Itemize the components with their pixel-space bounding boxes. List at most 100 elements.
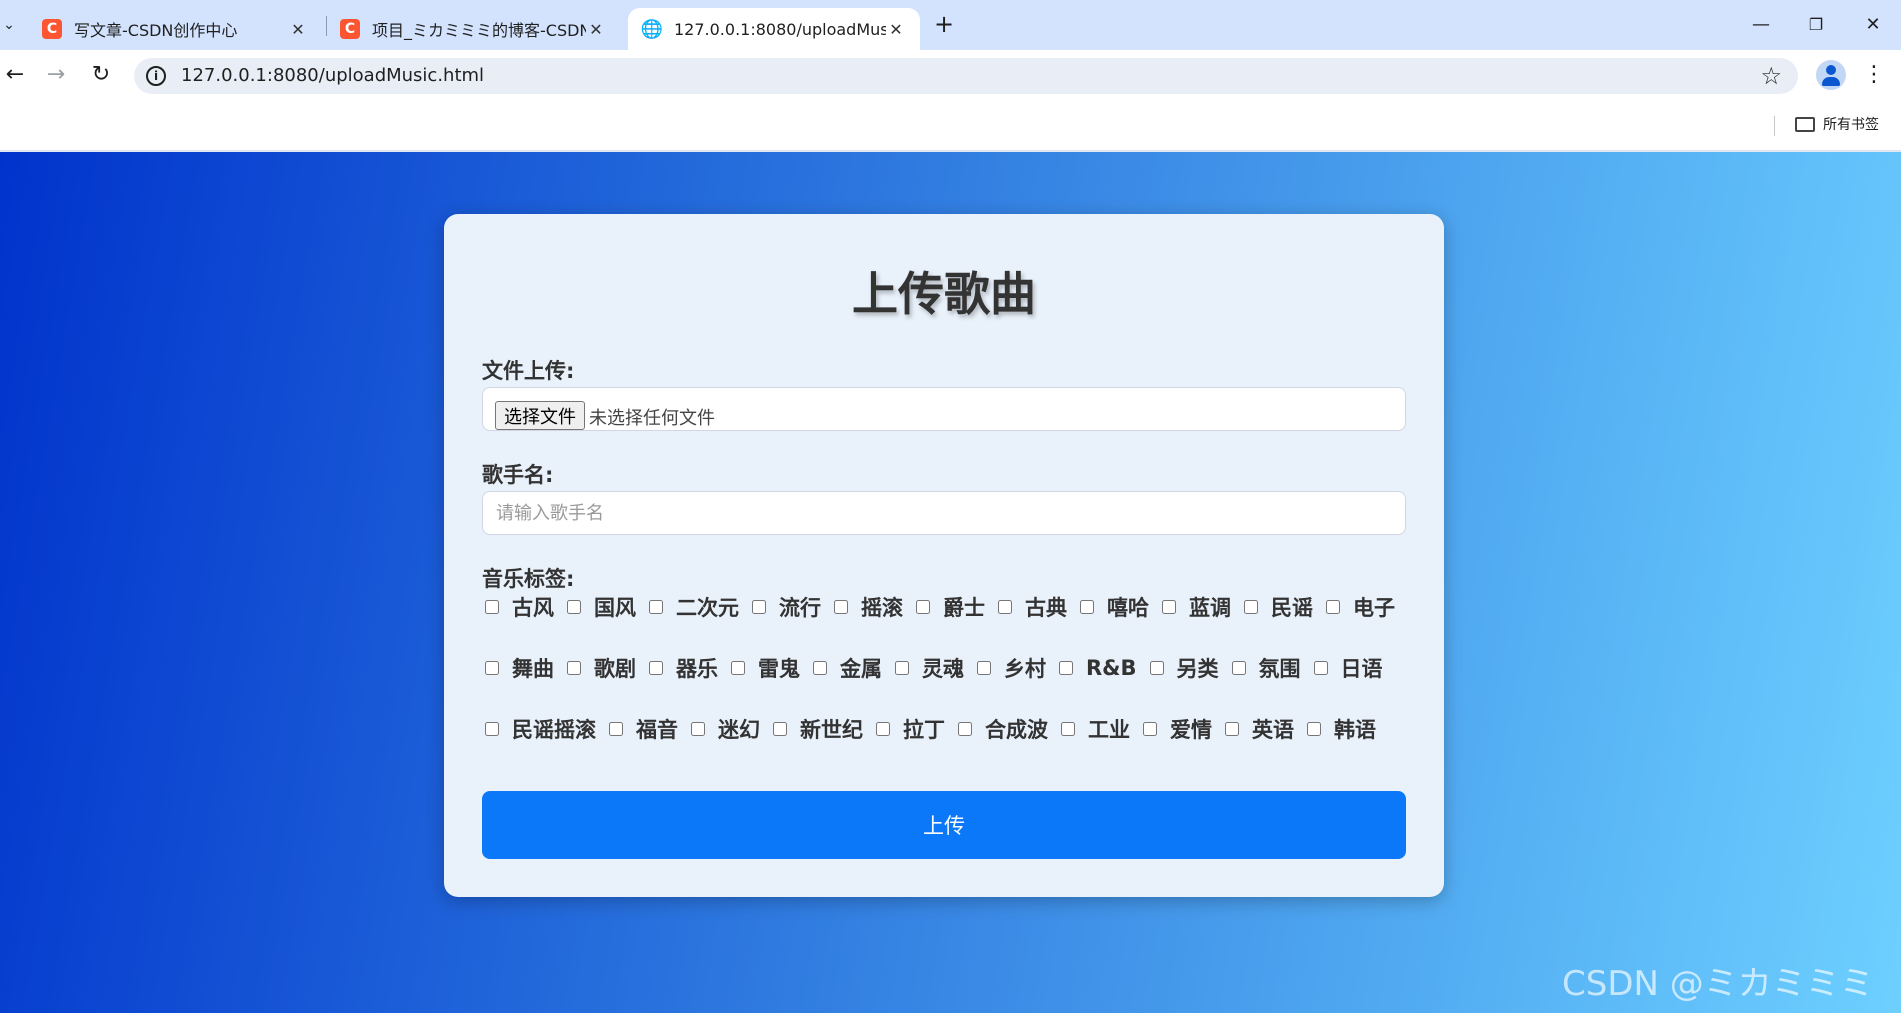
tag-checkbox[interactable]: [752, 600, 766, 614]
tag-checkbox[interactable]: [916, 600, 930, 614]
tag-checkbox[interactable]: [1307, 722, 1321, 736]
tag-checkbox[interactable]: [649, 600, 663, 614]
singer-name-input[interactable]: [482, 491, 1406, 535]
tag-option[interactable]: 灵魂: [892, 653, 964, 683]
tag-option[interactable]: 嘻哈: [1077, 592, 1149, 622]
close-icon[interactable]: ✕: [586, 20, 606, 39]
tag-option[interactable]: 古典: [995, 592, 1067, 622]
close-icon[interactable]: ✕: [288, 20, 308, 39]
tag-option[interactable]: 爵士: [913, 592, 985, 622]
tag-checkbox[interactable]: [1231, 661, 1246, 675]
tag-checkbox[interactable]: [773, 722, 787, 736]
tag-checkbox[interactable]: [958, 722, 972, 736]
file-upload-field[interactable]: 选择文件 未选择任何文件: [482, 387, 1406, 431]
tag-option[interactable]: 雷鬼: [728, 653, 800, 683]
tag-checkbox[interactable]: [834, 600, 848, 614]
tag-option[interactable]: 金属: [810, 653, 882, 683]
minimize-icon[interactable]: —: [1746, 10, 1776, 40]
tag-label: R&B: [1086, 656, 1137, 680]
tag-checkbox[interactable]: [649, 661, 663, 675]
tag-checkbox[interactable]: [1244, 600, 1258, 614]
tag-checkbox[interactable]: [485, 722, 499, 736]
tab-search-chevron-icon[interactable]: ⌄: [0, 12, 18, 38]
tag-option[interactable]: 韩语: [1304, 714, 1376, 744]
tag-option[interactable]: 摇滚: [831, 592, 903, 622]
tab-title: 127.0.0.1:8080/uploadMusic.h: [674, 19, 886, 39]
tag-option[interactable]: 乡村: [974, 653, 1046, 683]
all-bookmarks-button[interactable]: 所有书签: [1795, 114, 1879, 134]
tag-checkbox[interactable]: [1313, 661, 1328, 675]
tag-checkbox[interactable]: [1080, 600, 1094, 614]
tag-label: 金属: [840, 657, 882, 681]
tab-csdn-write[interactable]: C 写文章-CSDN创作中心 ✕: [28, 8, 322, 50]
tag-option[interactable]: 日语: [1311, 653, 1383, 683]
address-bar[interactable]: i 127.0.0.1:8080/uploadMusic.html ☆: [134, 58, 1798, 94]
tag-checkbox[interactable]: [691, 722, 705, 736]
close-icon[interactable]: ✕: [886, 20, 906, 39]
tag-checkbox[interactable]: [876, 722, 890, 736]
tag-checkbox[interactable]: [895, 661, 909, 675]
upload-submit-button[interactable]: 上传: [482, 791, 1406, 859]
tag-checkbox[interactable]: [1059, 661, 1073, 675]
tag-option[interactable]: 国风: [564, 592, 636, 622]
tag-checkbox[interactable]: [813, 661, 827, 675]
choose-file-button[interactable]: 选择文件: [495, 401, 585, 430]
tag-checkbox[interactable]: [609, 722, 623, 736]
menu-kebab-icon[interactable]: ⋮: [1862, 60, 1886, 90]
tag-checkbox[interactable]: [1149, 661, 1164, 675]
tag-option[interactable]: 蓝调: [1159, 592, 1231, 622]
all-bookmarks-label: 所有书签: [1823, 117, 1879, 133]
page-background: 上传歌曲 文件上传: 选择文件 未选择任何文件 歌手名: 音乐标签: 古风 国风…: [0, 152, 1901, 1013]
tag-option[interactable]: 氛围: [1229, 653, 1301, 683]
tag-option[interactable]: 合成波: [955, 714, 1048, 744]
tag-label: 电子: [1353, 596, 1395, 620]
tag-checkbox[interactable]: [485, 661, 499, 675]
tag-option[interactable]: 拉丁: [873, 714, 945, 744]
tag-option[interactable]: 迷幻: [688, 714, 760, 744]
tag-option[interactable]: 福音: [606, 714, 678, 744]
tag-label: 民谣摇滚: [512, 718, 596, 742]
tag-checkbox[interactable]: [567, 600, 581, 614]
tag-option[interactable]: 工业: [1058, 714, 1130, 744]
tag-checkbox[interactable]: [998, 600, 1012, 614]
new-tab-plus-icon[interactable]: +: [932, 12, 956, 36]
restore-icon[interactable]: ❐: [1801, 10, 1831, 40]
tag-label: 英语: [1252, 718, 1294, 742]
tag-label: 合成波: [985, 718, 1048, 742]
tag-option[interactable]: 二次元: [646, 592, 739, 622]
tag-checkbox[interactable]: [977, 661, 991, 675]
tag-option[interactable]: 歌剧: [564, 653, 636, 683]
tag-label: 古风: [512, 596, 554, 620]
tag-checkbox[interactable]: [1225, 722, 1239, 736]
site-info-icon[interactable]: i: [146, 66, 166, 86]
tag-checkbox[interactable]: [1162, 600, 1176, 614]
file-status-text: 未选择任何文件: [589, 408, 715, 429]
window-close-icon[interactable]: ✕: [1858, 10, 1888, 40]
tag-checkbox[interactable]: [567, 661, 581, 675]
tag-option[interactable]: 流行: [749, 592, 821, 622]
tag-option[interactable]: 民谣摇滚: [482, 714, 596, 744]
tab-csdn-blog[interactable]: C 项目_ミカミミミ的博客-CSDN ✕: [326, 8, 620, 50]
back-arrow-icon[interactable]: ←: [0, 60, 30, 90]
address-url[interactable]: 127.0.0.1:8080/uploadMusic.html: [181, 65, 484, 86]
tag-option[interactable]: 古风: [482, 592, 554, 622]
tab-upload-music[interactable]: 🌐 127.0.0.1:8080/uploadMusic.h ✕: [628, 8, 920, 50]
tag-option[interactable]: 新世纪: [770, 714, 863, 744]
profile-avatar-icon[interactable]: [1816, 60, 1846, 90]
tag-checkbox[interactable]: [731, 661, 745, 675]
tag-option[interactable]: 器乐: [646, 653, 718, 683]
reload-icon[interactable]: ↻: [86, 60, 116, 90]
tag-option[interactable]: 英语: [1222, 714, 1294, 744]
tag-checkbox[interactable]: [485, 600, 499, 614]
tag-option[interactable]: 民谣: [1241, 592, 1313, 622]
tag-option[interactable]: 电子: [1323, 592, 1395, 622]
tag-checkbox[interactable]: [1061, 722, 1075, 736]
forward-arrow-icon[interactable]: →: [41, 60, 71, 90]
tag-option[interactable]: 舞曲: [482, 653, 554, 683]
tag-option[interactable]: 爱情: [1140, 714, 1212, 744]
tag-option[interactable]: 另类: [1147, 653, 1219, 683]
tag-option[interactable]: R&B: [1056, 656, 1137, 680]
bookmark-star-icon[interactable]: ☆: [1760, 62, 1782, 90]
tag-checkbox[interactable]: [1326, 600, 1340, 614]
tag-checkbox[interactable]: [1143, 722, 1157, 736]
